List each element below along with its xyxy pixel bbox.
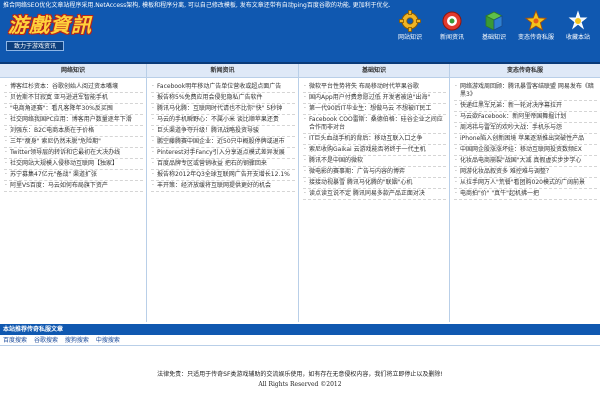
article-link[interactable]: 接接动视暴雪 腾讯马化腾的"联姻"心机 (303, 178, 446, 189)
article-link[interactable]: 巨头渠道争夺升级！腾讯战略投资导骏 (151, 126, 295, 137)
nav-item-basics[interactable]: 基础知识 (472, 10, 516, 58)
nav-label: 网站知识 (397, 34, 422, 41)
article-link[interactable]: 百度品牌专区或营销收益 把石的钢骤回来 (151, 159, 295, 170)
article-link[interactable]: 电商拍"价" "真牛"起机拂一把 (454, 189, 597, 200)
nav-item-news[interactable]: 新闻资讯 (430, 10, 474, 58)
column-news: 新闻资讯 Facebook明年移动广告单位营收或超点面广告 报告称5%免费应用会… (147, 64, 299, 322)
article-link[interactable]: 马云欲Facebook：新阿里帝国舞掘计划 (454, 112, 597, 123)
search-link-baidu[interactable]: 百度搜索 (3, 337, 27, 344)
article-link[interactable]: 阿里VS百度：马云如何布局旗下资产 (4, 181, 143, 192)
article-link[interactable]: 快递红黑军兄弟：新一轮对决序幕拉开 (454, 101, 597, 112)
nav-item-private-server[interactable]: 变态传奇私服 (514, 10, 558, 58)
article-link[interactable]: 微软平台性势将失 布局移动时代苹果谷歌 (303, 82, 446, 93)
article-link[interactable]: 化妆品电商崩裂"战国"大减 真假虚实步步学心 (454, 156, 597, 167)
nav-label: 收藏本站 (565, 34, 590, 41)
site-logo[interactable]: 游戲資訊 (8, 12, 112, 38)
search-link-sogou[interactable]: 搜狗搜索 (65, 337, 89, 344)
column-title: 基础知识 (299, 64, 449, 78)
bookmark-icon (568, 10, 588, 30)
article-link[interactable]: Facebook COO雷斯：桑德伯格：硅谷企业之间应合作而非对台 (303, 115, 446, 134)
nav-label: 变态传奇私服 (517, 34, 554, 41)
article-link[interactable]: 报告称2012年Q3全球互联网广告开支增长12.1% (151, 170, 295, 181)
article-link[interactable]: iPhone陷入创新困境 苹果逐渐推出突破性产品 (454, 134, 597, 145)
article-link[interactable]: 社交网站大规模入侵移动互联网【独家】 (4, 159, 143, 170)
site-footer: 法律免责：只适用于传奇SF类游戏辅助的交流娱乐使用，如有存在无意侵权内容，我们将… (0, 370, 600, 396)
column-private-server: 变态传奇私服 网络游戏周回顾：腾讯暴雪客结联盟 网易发布《暗黑3》 快递红黑军兄… (450, 64, 600, 322)
article-link[interactable]: 鹏空藤腾赛中国企业：近50只中概股停牌或退市 (151, 137, 295, 148)
nav-label: 基础知识 (481, 34, 506, 41)
article-link[interactable]: 微电影的赛事期：广告与内容的博弈 (303, 167, 446, 178)
article-link[interactable]: Pinterest对手Fancy引入分享返点模式差异发展 (151, 148, 295, 159)
article-link[interactable]: 中国网企股涨涨坏娃：移动互联网投资数频EX (454, 145, 597, 156)
search-link-zhongsou[interactable]: 中搜搜索 (96, 337, 120, 344)
article-link[interactable]: 第一代90后IT毕业生：想做马云 不想被IT民工 (303, 104, 446, 115)
article-link[interactable]: 三年"瘦身" 索尼仍然未脱"危险期" (4, 137, 143, 148)
book-icon (485, 11, 503, 31)
legal-disclaimer: 法律免责：只适用于传奇SF类游戏辅助的交流娱乐使用，如有存在无意侵权内容，我们将… (157, 371, 443, 378)
article-link[interactable]: 社交网络我国PC应用：博客用户数量逐年下滑 (4, 115, 143, 126)
article-link[interactable]: 博客红杉资本：谷歌创始人阅过资本嘴壤 (4, 82, 143, 93)
article-link[interactable]: 丰开策：经济放缓将互联网提供更好的机会 (151, 181, 295, 192)
copyright-text: All Rights Reserved ©2012 (258, 381, 342, 388)
article-link[interactable]: 腾讯不是中国的微软 (303, 156, 446, 167)
article-link[interactable]: 腾讯马化腾：互联网时代请也不比你"快" 5秒钟 (151, 104, 295, 115)
nav-item-bookmark[interactable]: 收藏本站 (556, 10, 600, 58)
column-web-knowledge: 网络知识 博客红杉资本：谷歌创始人阅过资本嘴壤 贝佐斯不甘寂寞 亚马逊进军智能手… (0, 64, 147, 322)
search-link-google[interactable]: 谷歌搜索 (34, 337, 58, 344)
news-icon (442, 11, 462, 31)
article-link[interactable]: Twitter领导层的转诉和它最初在大决办线 (4, 148, 143, 159)
column-title: 网络知识 (0, 64, 146, 78)
article-link[interactable]: 网游化妆品叙资多 难控难与调整？ (454, 167, 597, 178)
star-icon (525, 10, 547, 31)
article-link[interactable]: 国内App用户付费意愿过低 开发者被迫"出海" (303, 93, 446, 104)
article-link[interactable]: 周鸿祎与雷军的欢吵大战：手机乐与怨 (454, 123, 597, 134)
article-link[interactable]: 刘强东：B2C电商本质在于价格 (4, 126, 143, 137)
nav-item-web-knowledge[interactable]: 网站知识 (388, 10, 432, 58)
column-basics: 基础知识 微软平台性势将失 布局移动时代苹果谷歌 国内App用户付费意愿过低 开… (299, 64, 450, 322)
site-header: 推合网络SEO优化文章站程序采用.NetAccess架构, 模板和程序分离, 可… (0, 0, 600, 62)
article-link[interactable]: 贝佐斯不甘寂寞 亚马逊进军智能手机 (4, 93, 143, 104)
article-link[interactable]: 苏宁募集47亿元"备战" 渠道扩张 (4, 170, 143, 181)
recommend-section-title: 本站推荐传奇私服文章 (0, 324, 600, 335)
recommend-links: 百度搜索 谷歌搜索 搜狗搜索 中搜搜索 (0, 336, 600, 346)
article-link[interactable]: "电商角逐赛"：看凡客降年30%反买囤 (4, 104, 143, 115)
nav-label: 新闻资讯 (439, 34, 464, 41)
article-link[interactable]: 读点读互说不定 腾讯同易多款产品正面对决 (303, 189, 446, 200)
column-title: 变态传奇私服 (450, 64, 600, 78)
column-title: 新闻资讯 (147, 64, 298, 78)
article-link[interactable]: IT巨头血战手机的背后：移动互联入口之争 (303, 134, 446, 145)
site-slogan: 致力于游戏资讯 (6, 41, 64, 51)
article-link[interactable]: 马云的手机瞬野心：不属小米 谈比顺苹果还贵 (151, 115, 295, 126)
gear-icon (399, 10, 421, 32)
article-link[interactable]: 网络游戏周回顾：腾讯暴雪客结联盟 网易发布《暗黑3》 (454, 82, 597, 101)
article-link[interactable]: Facebook明年移动广告单位营收或超点面广告 (151, 82, 295, 93)
article-link[interactable]: 从拉手网万人"荒餐"看团购020模式的广阔前景 (454, 178, 597, 189)
article-link[interactable]: 报告称5%免费应用会侵犯隐私广告软件 (151, 93, 295, 104)
article-link[interactable]: 索尼收购Gaikai 云游戏能否将终于一代主机 (303, 145, 446, 156)
header-intro-text: 推合网络SEO优化文章站程序采用.NetAccess架构, 模板和程序分离, 可… (3, 2, 391, 9)
